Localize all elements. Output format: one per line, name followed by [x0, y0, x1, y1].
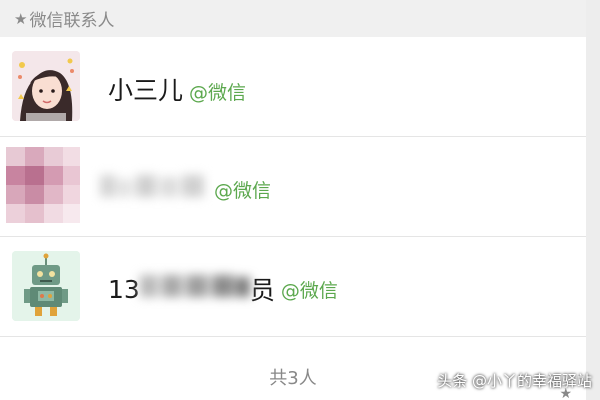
- robot-avatar-icon: [12, 251, 80, 321]
- avatar: [12, 51, 80, 121]
- pixelated-avatar-icon: [6, 147, 80, 223]
- star-icon: ★: [14, 9, 28, 28]
- divider: [0, 336, 586, 337]
- contact-name-wrapper: 小三儿 @微信: [108, 71, 246, 107]
- contact-row[interactable]: 13 员 @微信: [0, 237, 586, 337]
- girl-avatar-icon: [12, 51, 80, 121]
- contacts-screen: ★ 微信联系人 小三儿 @微信 @微信 13 员 @微信 共3人 ★: [0, 0, 586, 400]
- section-header: ★ 微信联系人: [0, 0, 586, 37]
- wechat-tag: @微信: [214, 179, 272, 202]
- contact-name-prefix: 13: [108, 274, 140, 304]
- contact-name-wrapper: 13 员 @微信: [108, 271, 338, 307]
- blurred-name: [139, 271, 250, 307]
- avatar: [6, 147, 80, 223]
- contact-name-wrapper: @微信: [100, 171, 271, 207]
- wechat-tag: @微信: [189, 82, 247, 104]
- contact-name: 小三儿: [108, 76, 184, 105]
- blurred-name: [100, 171, 208, 207]
- contact-row[interactable]: 小三儿 @微信: [0, 37, 586, 137]
- section-title: 微信联系人: [29, 11, 115, 31]
- wechat-tag: @微信: [280, 279, 338, 302]
- avatar: [12, 251, 80, 321]
- contact-row[interactable]: @微信: [0, 137, 586, 237]
- contact-name-suffix: 员: [249, 276, 275, 305]
- watermark: 头条 @小丫的幸福驿站: [437, 372, 592, 390]
- blur-mask: [100, 175, 204, 197]
- blur-mask: [139, 275, 250, 297]
